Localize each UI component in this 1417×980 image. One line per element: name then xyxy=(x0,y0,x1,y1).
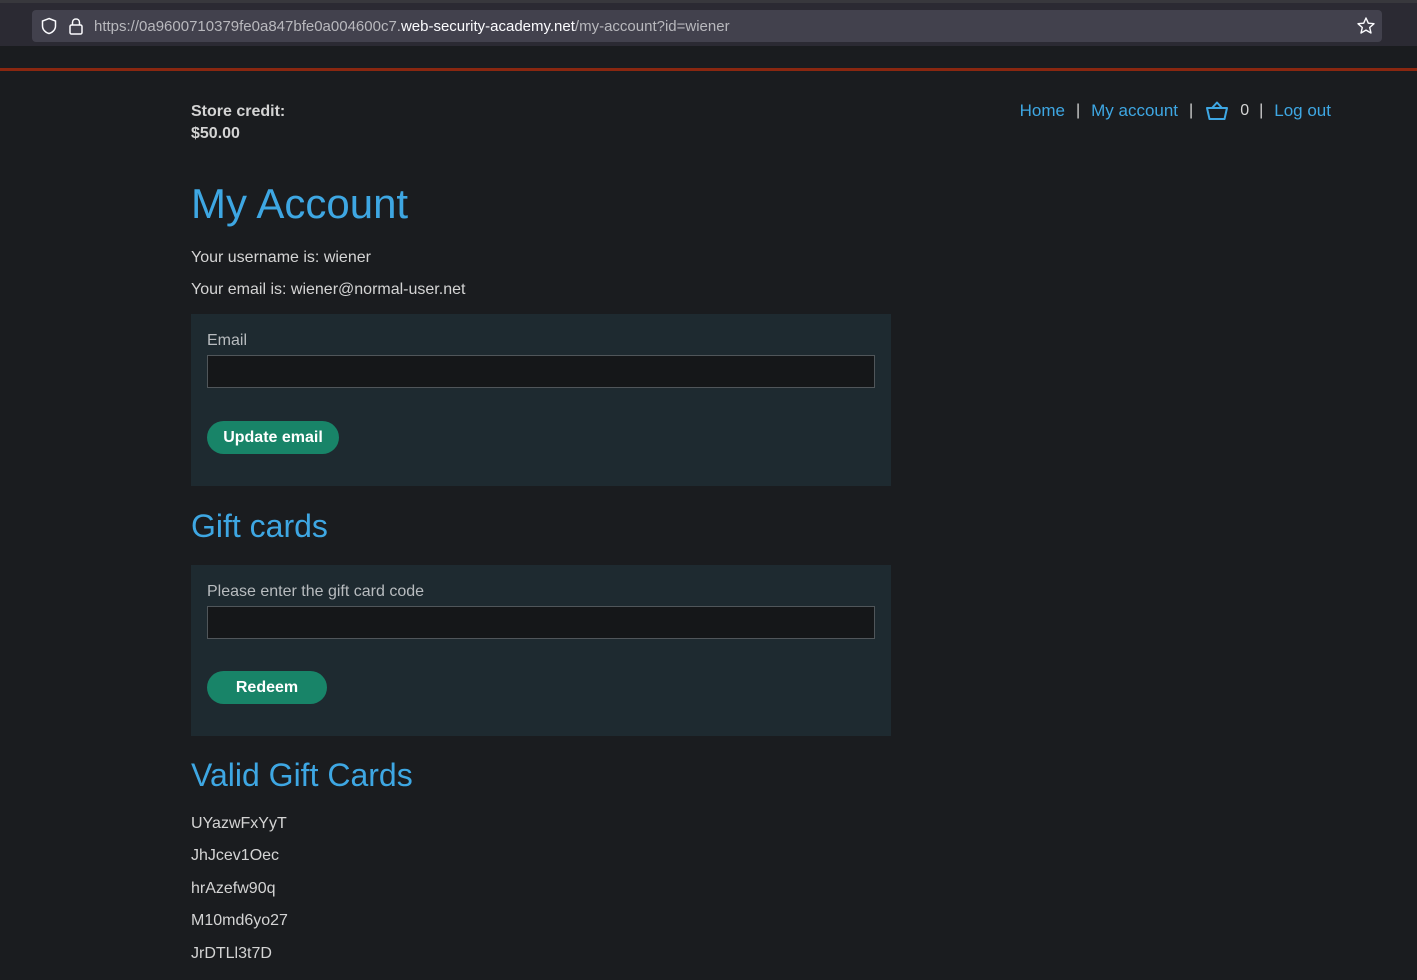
email-label: Email xyxy=(207,332,248,349)
gift-card-label: Please enter the gift card code xyxy=(207,583,425,600)
email-form: Email Update email xyxy=(191,314,891,486)
nav-home-link[interactable]: Home xyxy=(1020,101,1065,121)
bookmark-star-icon[interactable] xyxy=(1356,16,1376,36)
list-item: hrAzefw90q xyxy=(191,879,276,897)
store-credit: Store credit: $50.00 xyxy=(191,101,285,145)
email-input[interactable] xyxy=(207,355,875,388)
top-accent-line xyxy=(0,68,1417,71)
gift-card-input[interactable] xyxy=(207,606,875,639)
list-item: JrDTLl3t7D xyxy=(191,944,272,962)
browser-toolbar: https://0a9600710379fe0a847bfe0a004600c7… xyxy=(0,0,1417,46)
cart-count: 0 xyxy=(1240,102,1250,119)
store-credit-value: $50.00 xyxy=(191,125,240,142)
nav-separator: | xyxy=(1075,102,1081,119)
store-credit-label: Store credit: xyxy=(191,103,286,120)
url-path: /my-account?id=wiener xyxy=(574,18,730,35)
gift-card-code-list: UYazwFxYyT JhJcev1Oec hrAzefw90q M10md6y… xyxy=(191,812,288,974)
lock-icon[interactable] xyxy=(68,17,84,35)
update-email-button[interactable]: Update email xyxy=(207,421,339,454)
gift-card-form: Please enter the gift card code Redeem xyxy=(191,565,891,736)
page-content: Store credit: $50.00 Home | My account |… xyxy=(0,46,1417,980)
email-info: Your email is: wiener@normal-user.net xyxy=(191,281,466,298)
address-bar[interactable]: https://0a9600710379fe0a847bfe0a004600c7… xyxy=(32,10,1382,42)
url-domain: web-security-academy.net xyxy=(400,18,575,35)
top-nav: Home | My account | 0 | Log out xyxy=(1020,100,1331,122)
cart-link[interactable]: 0 xyxy=(1204,100,1259,122)
redeem-button[interactable]: Redeem xyxy=(207,671,327,704)
nav-logout-link[interactable]: Log out xyxy=(1274,101,1331,121)
valid-gift-cards-heading: Valid Gift Cards xyxy=(191,757,413,793)
nav-separator: | xyxy=(1259,102,1264,119)
nav-my-account-link[interactable]: My account xyxy=(1091,101,1178,121)
gift-cards-heading: Gift cards xyxy=(191,508,328,544)
username-info: Your username is: wiener xyxy=(191,249,371,266)
url-text[interactable]: https://0a9600710379fe0a847bfe0a004600c7… xyxy=(94,18,730,35)
list-item: M10md6yo27 xyxy=(191,912,288,930)
list-item: JhJcev1Oec xyxy=(191,847,280,865)
list-item: UYazwFxYyT xyxy=(191,815,287,832)
nav-separator: | xyxy=(1189,102,1194,119)
cart-basket-icon xyxy=(1206,101,1229,120)
shield-icon[interactable] xyxy=(40,17,58,35)
url-prefix: https://0a9600710379fe0a847bfe0a004600c7… xyxy=(94,18,401,35)
page-title: My Account xyxy=(191,180,409,227)
